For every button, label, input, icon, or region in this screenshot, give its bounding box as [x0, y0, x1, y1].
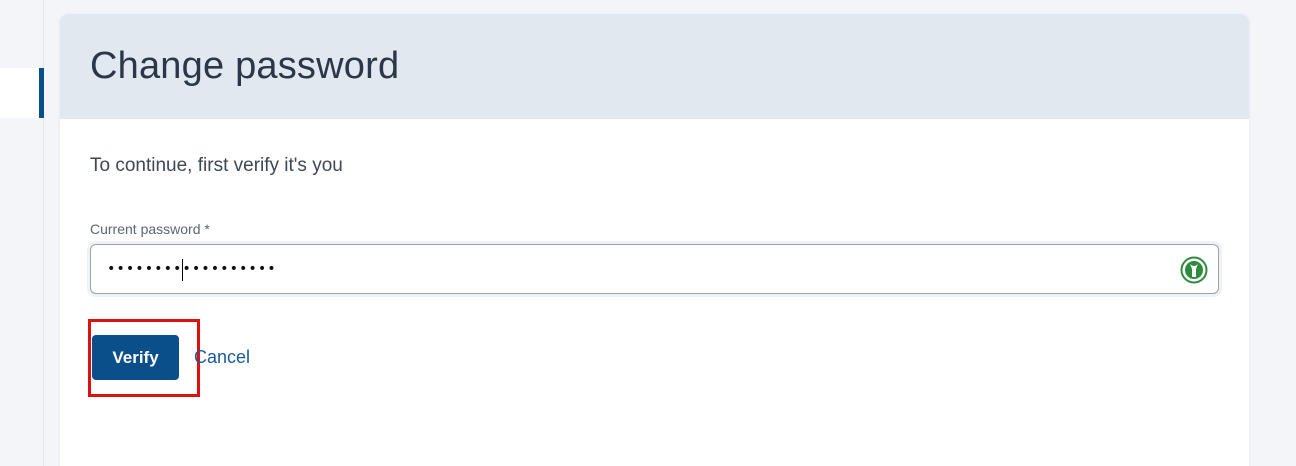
sidebar-item-active[interactable] [0, 68, 44, 118]
current-password-label: Current password * [90, 221, 210, 237]
page: Change password To continue, first verif… [0, 0, 1296, 466]
sidebar-active-indicator [39, 68, 44, 118]
card-header: Change password [60, 14, 1249, 119]
current-password-input[interactable] [91, 245, 1218, 293]
password-manager-icon[interactable] [1180, 256, 1208, 284]
text-caret [182, 259, 183, 281]
change-password-card: Change password To continue, first verif… [60, 14, 1249, 466]
current-password-field[interactable] [90, 244, 1219, 294]
cancel-link[interactable]: Cancel [194, 347, 250, 368]
page-title: Change password [90, 45, 400, 87]
verify-button[interactable]: Verify [92, 335, 179, 380]
verify-instructions: To continue, first verify it's you [90, 155, 343, 176]
